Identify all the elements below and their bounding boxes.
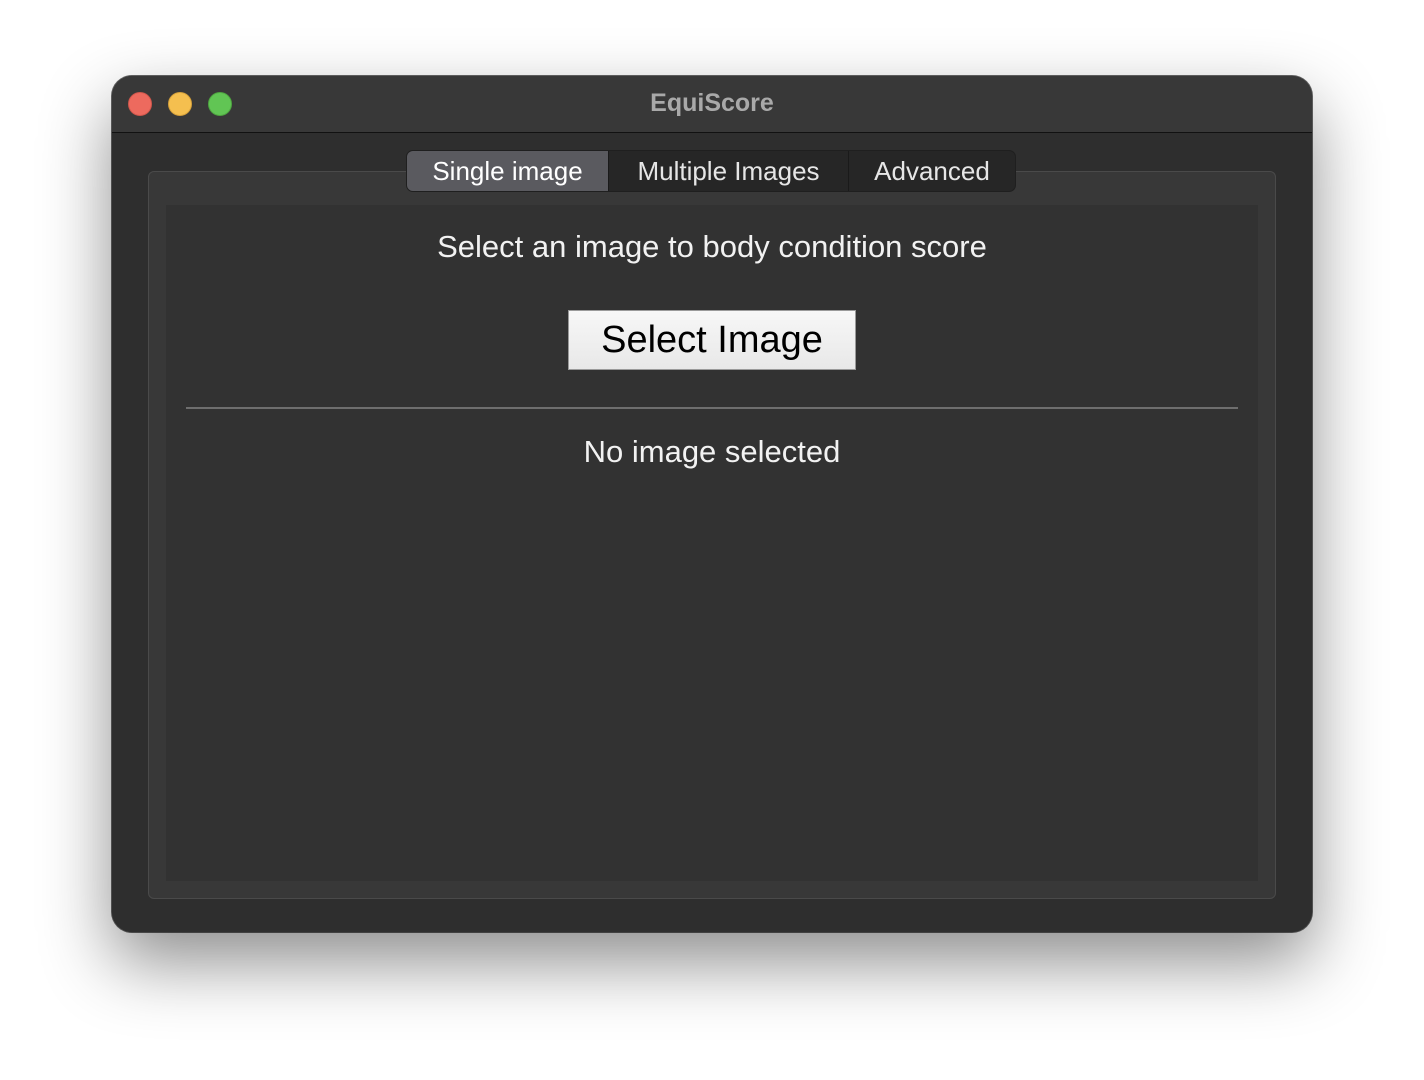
window-content: Select an image to body condition score … <box>112 133 1312 932</box>
single-image-pane: Select an image to body condition score … <box>166 205 1258 881</box>
window-title: EquiScore <box>650 89 774 117</box>
tab-multiple-images[interactable]: Multiple Images <box>609 151 849 191</box>
select-image-button[interactable]: Select Image <box>568 310 856 370</box>
tab-view: Select an image to body condition score … <box>148 171 1276 899</box>
tab-advanced[interactable]: Advanced <box>849 151 1015 191</box>
divider <box>186 407 1238 409</box>
tab-single-image[interactable]: Single image <box>407 151 609 191</box>
tab-bar: Single image Multiple Images Advanced <box>406 150 1016 192</box>
app-window: EquiScore Select an image to body condit… <box>112 76 1312 932</box>
status-label: No image selected <box>583 434 841 469</box>
instruction-label: Select an image to body condition score <box>437 229 987 264</box>
title-bar[interactable]: EquiScore <box>112 76 1312 133</box>
